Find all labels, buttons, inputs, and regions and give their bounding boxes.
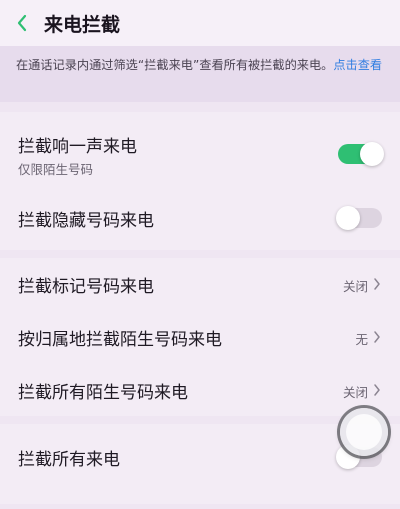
all-calls-label: 拦截所有来电 [18,450,120,470]
all-strangers-value: 关闭 [342,385,368,400]
toggle-knob [336,206,360,230]
touch-indicator [340,408,388,456]
location-value: 无 [355,332,368,347]
settings-group-basic: 拦截响一声来电 仅限陌生号码 拦截隐藏号码来电 [0,112,400,250]
setting-row-location[interactable]: 按归属地拦截陌生号码来电 无 [0,310,400,364]
marked-number-value: 关闭 [342,279,368,294]
view-link[interactable]: 点击查看 [333,58,382,72]
ring-once-label: 拦截响一声来电 [18,137,137,157]
setting-row-all-strangers[interactable]: 拦截所有陌生号码来电 关闭 [0,364,400,416]
chevron-right-icon [374,278,380,290]
toggle-knob [360,142,384,166]
hidden-number-toggle[interactable] [336,206,382,230]
notice-text: 在通话记录内通过筛选“拦截来电”查看所有被拦截的来电。 [16,58,334,72]
all-strangers-label: 拦截所有陌生号码来电 [18,383,188,403]
title-bar: 来电拦截 [0,0,400,46]
settings-group-filters: 拦截标记号码来电 关闭 按归属地拦截陌生号码来电 无 拦截所有陌生号码来电 关闭 [0,258,400,416]
marked-number-label: 拦截标记号码来电 [18,277,154,297]
ring-once-sub: 仅限陌生号码 [18,162,94,177]
setting-row-ring-once[interactable]: 拦截响一声来电 仅限陌生号码 [0,112,400,198]
chevron-left-icon [17,14,27,32]
setting-row-hidden-number[interactable]: 拦截隐藏号码来电 [0,198,400,250]
hidden-number-label: 拦截隐藏号码来电 [18,211,154,231]
back-button[interactable] [2,0,42,46]
chevron-right-icon [374,331,380,343]
ring-once-toggle[interactable] [338,142,384,166]
location-label: 按归属地拦截陌生号码来电 [18,330,222,350]
setting-row-marked-number[interactable]: 拦截标记号码来电 关闭 [0,258,400,310]
chevron-right-icon [374,384,380,396]
page-title: 来电拦截 [44,13,121,36]
filter-notice: 在通话记录内通过筛选“拦截来电”查看所有被拦截的来电。点击查看 [0,46,400,102]
